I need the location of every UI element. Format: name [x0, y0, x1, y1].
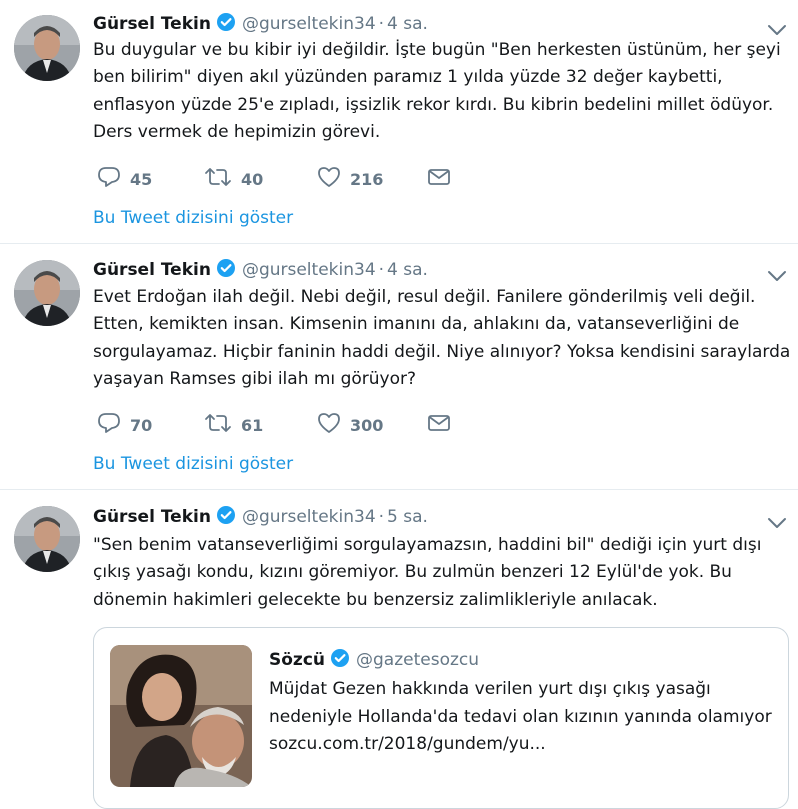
author-handle[interactable]: @gurseltekin34 [242, 14, 376, 34]
verified-badge-icon [216, 258, 236, 283]
retweet-count: 40 [241, 169, 264, 189]
author-handle[interactable]: @gurseltekin34 [242, 260, 376, 280]
tweet-text-line: Evet Erdoğan ilah değil. Nebi değil, res… [93, 287, 756, 307]
chevron-down-icon[interactable] [766, 515, 788, 529]
timestamp[interactable]: 4 sa. [387, 14, 428, 34]
tweet[interactable]: Gürsel Tekin @gurseltekin34 · 4 sa. Evet Er… [0, 244, 798, 488]
avatar[interactable] [14, 506, 80, 572]
like-button[interactable]: 216 [317, 164, 383, 194]
chevron-down-icon[interactable] [766, 22, 788, 36]
envelope-icon [427, 413, 451, 437]
separator-dot: · [378, 14, 385, 34]
avatar[interactable] [14, 15, 80, 81]
author-name[interactable]: Gürsel Tekin [93, 14, 211, 34]
reply-button[interactable]: 70 [97, 410, 152, 440]
separator-dot: · [378, 260, 385, 280]
tweet-text: "Sen benim vatanseverliğimi sorgulayamaz… [93, 532, 783, 614]
retweet-button[interactable]: 40 [204, 164, 263, 194]
verified-badge-icon [216, 12, 236, 37]
retweet-count: 61 [241, 415, 264, 435]
heart-icon [317, 166, 341, 192]
tweet-text-line: Bu duygular ve bu kibir iyi değildir. İş… [93, 40, 781, 60]
tweet[interactable]: Gürsel Tekin @gurseltekin34 · 5 sa. "Sen be… [0, 490, 798, 809]
timestamp[interactable]: 5 sa. [387, 507, 428, 527]
verified-badge-icon [330, 648, 350, 673]
quoted-text-line: nedeniyle Hollanda'da tedavi olan kızını… [269, 706, 772, 727]
retweet-icon [204, 166, 232, 192]
like-count: 216 [350, 169, 384, 189]
show-thread-link[interactable]: Bu Tweet dizisini göster [93, 454, 293, 474]
tweet-text-line: dönemin hakimleri gelecekte bu benzersiz… [93, 589, 658, 610]
tweet-text: Evet Erdoğan ilah değil. Nebi değil, res… [93, 284, 791, 393]
quoted-author-name[interactable]: Sözcü [269, 650, 325, 670]
tweet-text-line: enflasyon yüzde 25'e zıpladı, işsizlik r… [93, 94, 774, 115]
tweet-text-line: Ders vermek de hepimizin görevi. [93, 121, 381, 142]
separator-dot: · [378, 507, 385, 527]
tweet-text-line: "Sen benim vatanseverliğimi sorgulayamaz… [93, 535, 762, 555]
tweet-text-line: çıkış yasağı kondu, kızını göremiyor. Bu… [93, 562, 732, 583]
envelope-icon [427, 167, 451, 191]
retweet-icon [204, 412, 232, 438]
tweet-text-line: Etten, kemikten insan. Kimsenin imanını … [93, 314, 740, 335]
quoted-tweet-card[interactable]: Sözcü @gazetesozcu Müjdat Gezen hakkında … [93, 627, 789, 809]
chevron-down-icon[interactable] [766, 268, 788, 282]
tweet-text: Bu duygular ve bu kibir iyi değildir. İş… [93, 37, 783, 146]
heart-icon [317, 412, 341, 438]
like-button[interactable]: 300 [317, 410, 383, 440]
show-thread-link[interactable]: Bu Tweet dizisini göster [93, 208, 293, 228]
tweet-text-line: sorgulayamaz. Hiçbir faninin haddi değil… [93, 341, 791, 362]
quoted-link[interactable]: sozcu.com.tr/2018/gundem/yu... [269, 731, 772, 759]
reply-count: 70 [130, 415, 153, 435]
tweet[interactable]: Gürsel Tekin @gurseltekin34 · 4 sa. Bu duyg… [0, 0, 798, 242]
reply-icon [97, 166, 121, 192]
author-name[interactable]: Gürsel Tekin [93, 507, 211, 527]
verified-badge-icon [216, 505, 236, 530]
quoted-tweet-photo[interactable] [110, 645, 252, 787]
retweet-button[interactable]: 61 [204, 410, 263, 440]
reply-button[interactable]: 45 [97, 164, 152, 194]
tweet-text-line: yaşayan Ramses gibi ilah mı görüyor? [93, 368, 416, 389]
tweet-text-line: ben bilirim" diyen akıl yüzünden paramız… [93, 67, 723, 88]
reply-icon [97, 412, 121, 438]
author-name[interactable]: Gürsel Tekin [93, 260, 211, 280]
like-count: 300 [350, 415, 384, 435]
quoted-author-handle[interactable]: @gazetesozcu [356, 650, 479, 670]
quoted-tweet-text: Müjdat Gezen hakkında verilen yurt dışı … [269, 676, 772, 759]
timestamp[interactable]: 4 sa. [387, 260, 428, 280]
author-handle[interactable]: @gurseltekin34 [242, 507, 376, 527]
avatar[interactable] [14, 260, 80, 326]
direct-message-button[interactable] [427, 410, 451, 440]
quoted-text-line: Müjdat Gezen hakkında verilen yurt dışı … [269, 679, 711, 699]
reply-count: 45 [130, 169, 153, 189]
direct-message-button[interactable] [427, 164, 451, 194]
